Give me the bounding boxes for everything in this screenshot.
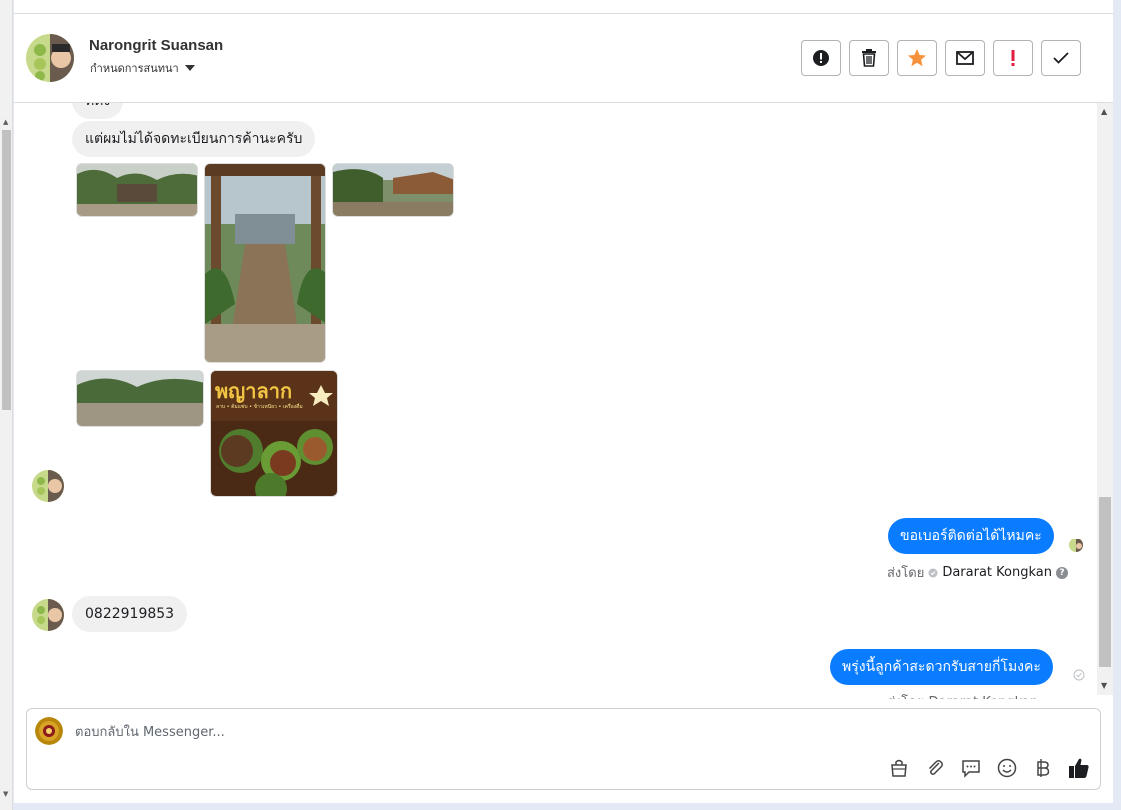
- baht-icon: [1037, 759, 1050, 777]
- alert-circle-icon: [813, 50, 829, 66]
- restaurant-sign-subtitle: ลาบ • ต้มแซ่บ • ข้าวเหนียว • เครื่องดื่ม: [216, 404, 303, 410]
- message-bubble-outgoing[interactable]: ขอเบอร์ติดต่อได้ไหมคะ: [888, 518, 1054, 554]
- chat-scrollbar[interactable]: ▲ ▼: [1097, 103, 1113, 695]
- reply-input[interactable]: [75, 721, 875, 743]
- read-receipt-avatar: [1069, 538, 1083, 552]
- verified-icon: [928, 568, 938, 577]
- check-icon: [1053, 52, 1069, 64]
- smiley-icon: [997, 758, 1017, 778]
- star-icon: [908, 49, 926, 67]
- shopping-bag-icon: [891, 759, 907, 777]
- message-bubble-outgoing[interactable]: พรุ่งนี้ลูกค้าสะดวกรับสายกี่โมงคะ: [830, 649, 1053, 685]
- composer-toolbar: [888, 757, 1090, 779]
- reply-composer: [26, 708, 1101, 790]
- outer-scrollbar[interactable]: ▲ ▼: [0, 0, 13, 810]
- saved-replies-button[interactable]: [960, 757, 982, 779]
- mark-unread-button[interactable]: [945, 40, 985, 76]
- conversation-panel: Narongrit Suansan กำหนดการสนทนา แต่ผมไม่…: [14, 0, 1113, 803]
- sent-check-icon: [1073, 669, 1085, 681]
- important-button[interactable]: [993, 40, 1033, 76]
- done-button[interactable]: [1041, 40, 1081, 76]
- scrollbar-thumb[interactable]: [2, 130, 11, 410]
- shared-photo-restaurant-sign[interactable]: พญาลาก ลาบ • ต้มแซ่บ • ข้าวเหนียว • เครื…: [210, 370, 338, 497]
- page-avatar: [35, 717, 63, 745]
- shared-photo-pavilion[interactable]: [332, 163, 454, 217]
- help-icon[interactable]: ?: [1055, 566, 1068, 579]
- contact-name[interactable]: Narongrit Suansan: [89, 37, 223, 54]
- message-bubble-incoming[interactable]: ที่ตั้ง: [72, 103, 124, 119]
- payment-button[interactable]: [1032, 757, 1054, 779]
- chat-bubble-icon: [962, 760, 980, 778]
- envelope-icon: [956, 51, 974, 65]
- spam-button[interactable]: [801, 40, 841, 76]
- sent-by-line: ส่งโดย Dararat Kongkan ?: [887, 562, 1068, 583]
- scroll-down-arrow-icon[interactable]: ▼: [3, 790, 8, 798]
- sent-by-line-partial: ส่งโดย Dararat Kongkan: [887, 691, 1038, 699]
- header-actions: [801, 40, 1081, 76]
- like-button[interactable]: [1068, 757, 1090, 779]
- message-thread[interactable]: ที่ตั้ง แต่ผมไม่ได้จดทะเบียนการค้านะครับ: [14, 103, 1096, 699]
- contact-avatar-small[interactable]: [32, 599, 64, 631]
- star-button[interactable]: [897, 40, 937, 76]
- scroll-down-arrow-icon[interactable]: ▼: [1101, 681, 1107, 690]
- message-bubble-incoming[interactable]: 0822919853: [72, 596, 188, 632]
- attach-button[interactable]: [924, 757, 946, 779]
- emoji-button[interactable]: [996, 757, 1018, 779]
- shared-photo-bridge[interactable]: [204, 163, 326, 363]
- thumbs-up-icon: [1069, 758, 1089, 778]
- conversation-settings-dropdown[interactable]: กำหนดการสนทนา: [90, 59, 195, 77]
- sent-by-name[interactable]: Dararat Kongkan: [942, 565, 1052, 580]
- paperclip-icon: [928, 760, 943, 775]
- message-bubble-incoming[interactable]: แต่ผมไม่ได้จดทะเบียนการค้านะครับ: [72, 121, 316, 157]
- chat-scrollbar-thumb[interactable]: [1099, 497, 1111, 667]
- caret-down-icon: [184, 65, 195, 71]
- top-strip: [14, 0, 1113, 14]
- conversation-header: Narongrit Suansan กำหนดการสนทนา: [14, 14, 1113, 103]
- contact-avatar[interactable]: [26, 34, 74, 82]
- exclamation-icon: [1011, 50, 1015, 66]
- sent-by-label: ส่งโดย: [887, 566, 925, 581]
- shared-photo-yard[interactable]: [76, 370, 204, 427]
- conversation-settings-label: กำหนดการสนทนา: [90, 62, 179, 75]
- trash-icon: [862, 49, 876, 67]
- scroll-up-arrow-icon[interactable]: ▲: [1101, 107, 1107, 116]
- shared-photo-garden[interactable]: [76, 163, 198, 217]
- contact-avatar-small[interactable]: [32, 470, 64, 502]
- shop-button[interactable]: [888, 757, 910, 779]
- scroll-up-arrow-icon[interactable]: ▲: [3, 118, 8, 126]
- delete-button[interactable]: [849, 40, 889, 76]
